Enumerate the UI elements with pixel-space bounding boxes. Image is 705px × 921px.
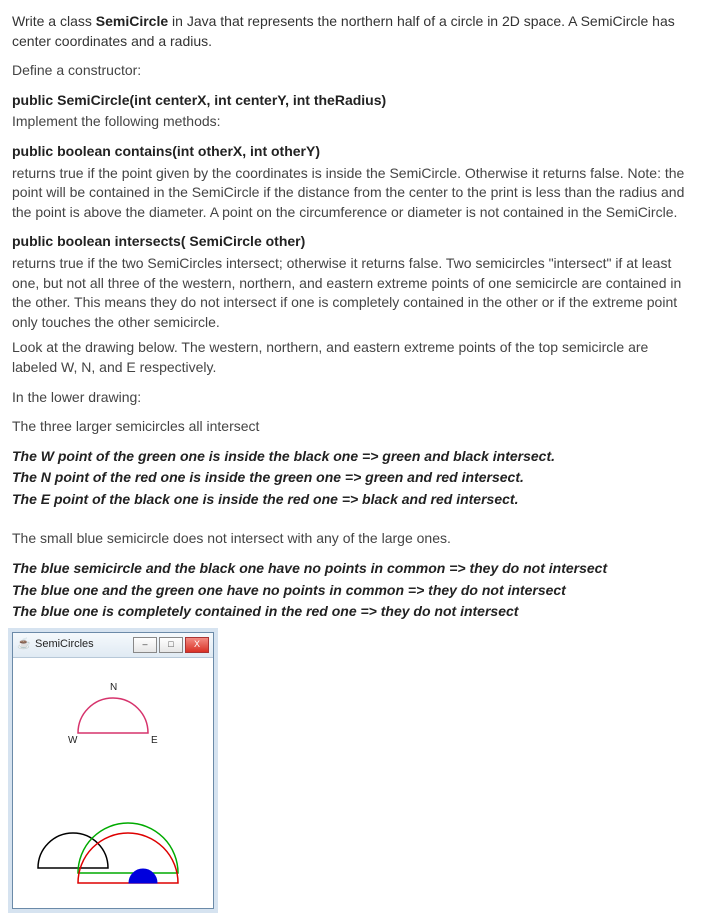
constructor-signature: public SemiCircle(int centerX, int cente… [12,91,692,111]
bullet-3: The E point of the black one is inside t… [12,490,692,510]
semicircle-drawing: W N E [13,658,213,908]
minimize-button[interactable]: – [133,637,157,653]
bullet-2: The N point of the red one is inside the… [12,468,692,488]
black-semicircle [38,833,108,868]
red-semicircle [78,833,178,883]
window-title: SemiCircles [35,637,131,652]
label-n: N [110,682,117,693]
label-w: W [68,735,78,746]
java-icon: ☕ [17,638,31,652]
class-name: SemiCircle [96,13,168,29]
intro-text-1: Write a class [12,13,96,29]
pink-semicircle [78,698,148,733]
window-titlebar: ☕ SemiCircles – □ X [13,633,213,658]
close-button[interactable]: X [185,637,209,653]
intro-paragraph: Write a class SemiCircle in Java that re… [12,12,692,51]
maximize-button[interactable]: □ [159,637,183,653]
lower-p1: The three larger semicircles all interse… [12,417,692,437]
window-frame: ☕ SemiCircles – □ X W N E [12,632,214,909]
lower-p2: The small blue semicircle does not inter… [12,529,692,549]
bullet-6: The blue one is completely contained in … [12,602,692,622]
canvas-area: W N E [13,658,213,908]
bullet-4: The blue semicircle and the black one ha… [12,559,692,579]
lower-heading: In the lower drawing: [12,388,692,408]
contains-description: returns true if the point given by the c… [12,164,692,223]
intersects-description: returns true if the two SemiCircles inte… [12,254,692,332]
bullet-1: The W point of the green one is inside t… [12,447,692,467]
implement-methods: Implement the following methods: [12,112,692,132]
contains-signature: public boolean contains(int otherX, int … [12,142,692,162]
define-constructor: Define a constructor: [12,61,692,81]
bullet-5: The blue one and the green one have no p… [12,581,692,601]
blue-semicircle [129,869,157,883]
intersects-signature: public boolean intersects( SemiCircle ot… [12,232,692,252]
label-e: E [151,735,158,746]
look-instruction: Look at the drawing below. The western, … [12,338,692,377]
